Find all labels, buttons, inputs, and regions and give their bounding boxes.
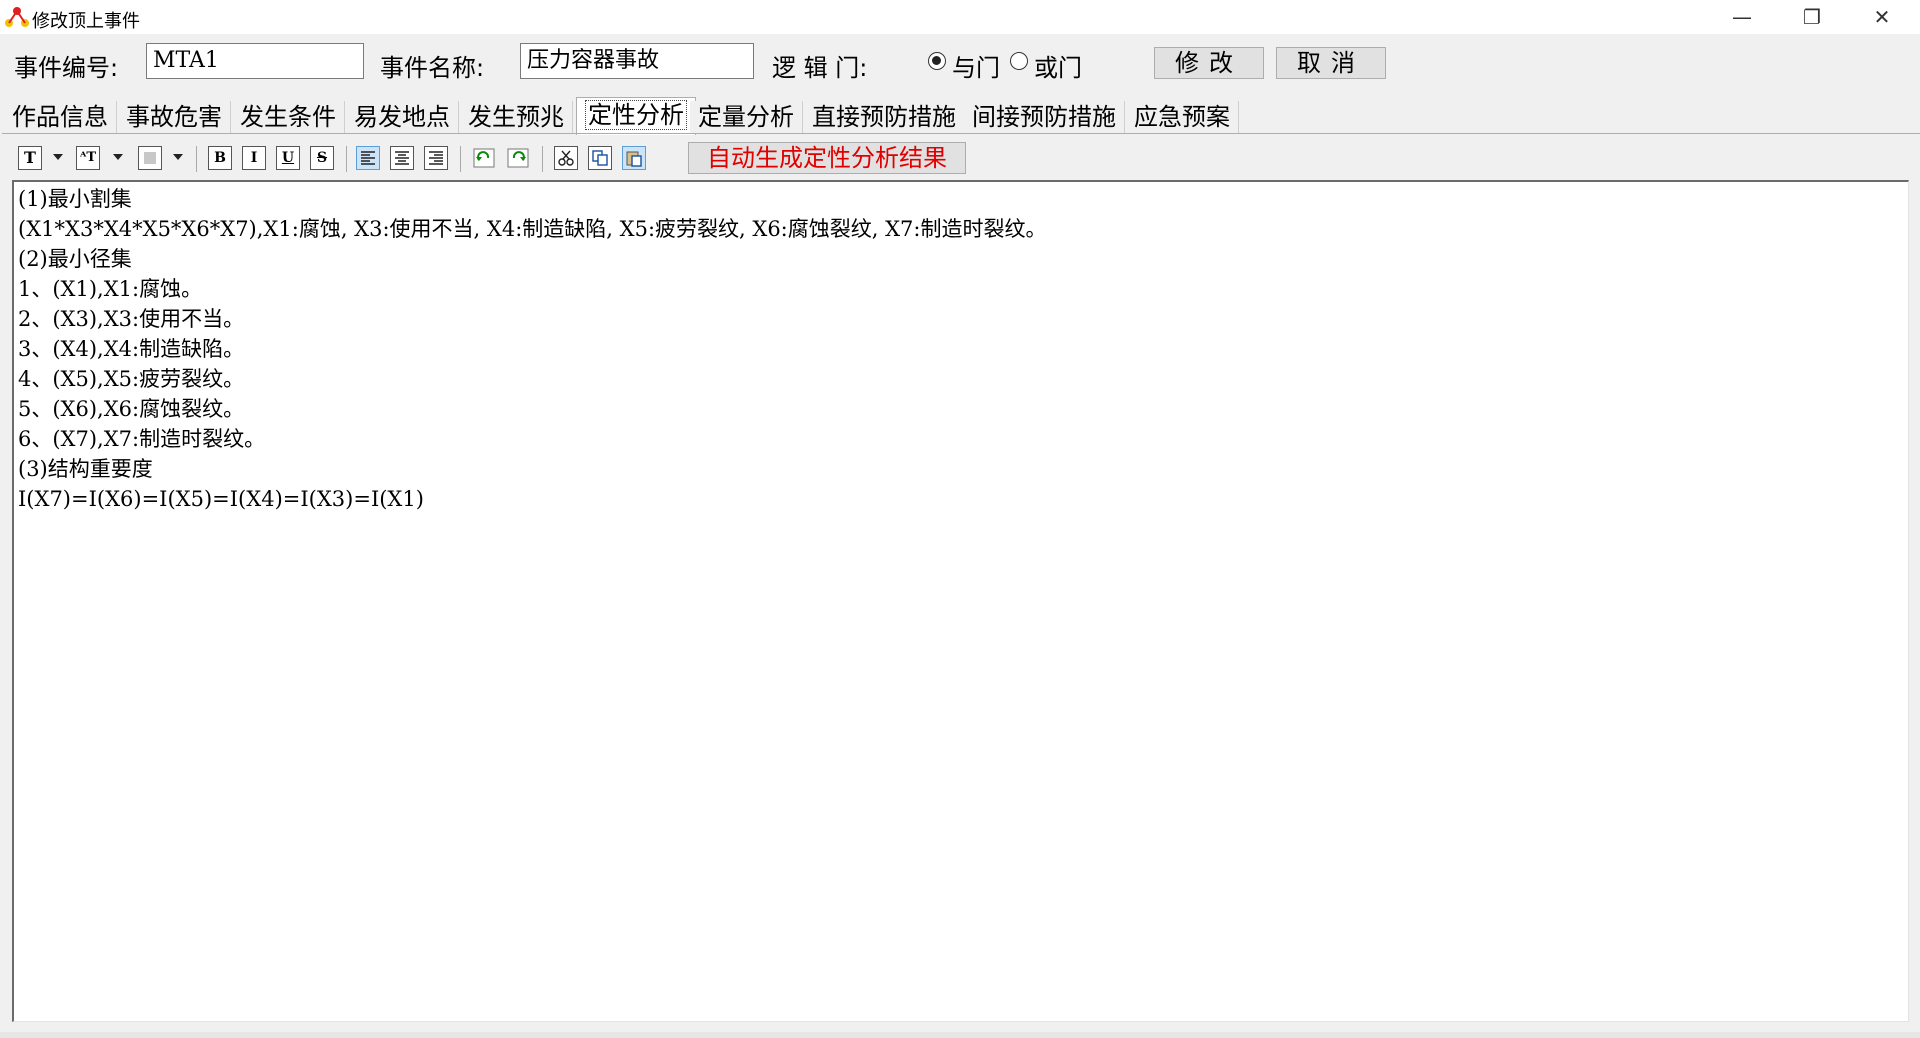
tab-qualitative-analysis[interactable]: 定性分析 [576,97,696,135]
maximize-button[interactable]: ❐ [1782,0,1842,34]
status-bar [0,1032,1920,1038]
event-no-label: 事件编号: [14,54,119,82]
font-dropdown-icon[interactable] [53,154,63,160]
align-right-icon[interactable] [424,146,448,170]
tab-direct-prevention[interactable]: 直接预防措施 [804,101,965,133]
generate-qualitative-analysis-button[interactable]: 自动生成定性分析结果 [688,142,966,174]
and-gate-radio[interactable] [928,52,946,70]
color-dropdown-icon[interactable] [173,154,183,160]
event-name-label: 事件名称: [380,54,485,82]
or-gate-radio[interactable] [1010,52,1028,70]
editor-line: (X1*X3*X4*X5*X6*X7),X1:腐蚀, X3:使用不当, X4:制… [18,217,1047,241]
italic-icon[interactable]: I [242,146,266,170]
close-button[interactable]: ✕ [1852,0,1912,34]
tab-divider [2,133,1920,134]
editor-line: 1、(X1),X1:腐蚀。 [18,277,203,301]
tab-indirect-prevention[interactable]: 间接预防措施 [964,101,1125,133]
cancel-button[interactable]: 取消 [1276,47,1386,79]
align-center-icon[interactable] [390,146,414,170]
minimize-button[interactable]: — [1712,0,1772,34]
logic-gate-label: 逻 辑 门: [772,54,868,82]
analysis-text-editor[interactable]: (1)最小割集 (X1*X3*X4*X5*X6*X7),X1:腐蚀, X3:使用… [12,180,1909,1022]
editor-line: 6、(X7),X7:制造时裂纹。 [18,427,266,451]
editor-line: 5、(X6),X6:腐蚀裂纹。 [18,397,245,421]
strikethrough-icon[interactable]: S [310,146,334,170]
editor-line: 4、(X5),X5:疲劳裂纹。 [18,367,245,391]
event-name-field[interactable]: 压力容器事故 [520,43,754,79]
paste-icon[interactable] [622,146,646,170]
tab-work-info[interactable]: 作品信息 [4,101,117,133]
editor-line: 3、(X4),X4:制造缺陷。 [18,337,245,361]
font-size-dropdown-icon[interactable] [113,154,123,160]
align-left-icon[interactable] [356,146,380,170]
underline-icon[interactable]: U [276,146,300,170]
editor-line: 2、(X3),X3:使用不当。 [18,307,245,331]
cut-icon[interactable] [554,146,578,170]
tab-conditions[interactable]: 发生条件 [232,101,345,133]
toolbar-separator [460,146,461,172]
tab-accident-hazard[interactable]: 事故危害 [118,101,231,133]
tab-strip: 作品信息 事故危害 发生条件 易发地点 发生预兆 定性分析 定量分析 直接预防措… [0,97,1920,135]
title-bar: 修改顶上事件 — ❐ ✕ [0,0,1920,34]
event-header: 事件编号: MTA1 事件名称: 压力容器事故 逻 辑 门: 与门 或门 修改 … [0,34,1920,82]
toolbar-separator [346,146,347,172]
event-no-field[interactable]: MTA1 [146,43,364,79]
toolbar-separator [196,146,197,172]
bold-icon[interactable]: B [208,146,232,170]
font-size-icon[interactable]: ᴬT [76,146,100,170]
editor-line: (1)最小割集 [18,187,132,211]
color-icon[interactable] [138,146,162,170]
app-icon [5,7,29,27]
tab-signs[interactable]: 发生预兆 [460,101,573,133]
editor-line: I(X7)=I(X6)=I(X5)=I(X4)=I(X3)=I(X1) [18,487,424,511]
tab-locations[interactable]: 易发地点 [346,101,459,133]
undo-icon[interactable] [472,146,496,170]
modify-button[interactable]: 修改 [1154,47,1264,79]
or-gate-label[interactable]: 或门 [1034,48,1082,83]
redo-icon[interactable] [506,146,530,170]
window-title: 修改顶上事件 [32,11,140,32]
editor-line: (2)最小径集 [18,247,132,271]
tab-quantitative-analysis[interactable]: 定量分析 [690,101,803,133]
copy-icon[interactable] [588,146,612,170]
font-icon[interactable]: T [18,146,42,170]
format-toolbar: T ᴬT B I U S 自动生成定性分析结果 [0,138,1920,178]
tab-emergency-plan[interactable]: 应急预案 [1126,101,1239,133]
toolbar-separator [542,146,543,172]
and-gate-label[interactable]: 与门 [952,48,1000,83]
editor-line: (3)结构重要度 [18,457,153,481]
